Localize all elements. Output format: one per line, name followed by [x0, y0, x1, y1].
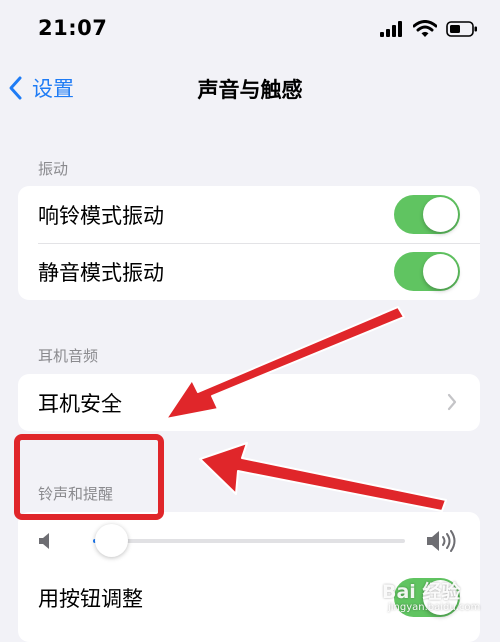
toggle-knob [423, 254, 458, 289]
watermark-brand: Bai 经验 [382, 581, 461, 603]
volume-slider-row [18, 512, 480, 569]
headphone-safety-row[interactable]: 耳机安全 [18, 374, 480, 431]
volume-slider-track[interactable] [93, 539, 405, 543]
status-icons [380, 18, 478, 40]
toggle-knob [423, 197, 458, 232]
chevron-right-icon [447, 393, 457, 411]
silent-vibration-label: 静音模式振动 [38, 260, 164, 285]
ring-vibration-toggle[interactable] [394, 195, 460, 234]
baidu-jingyan-watermark: Bai 经验 jingyan.baidu.com [378, 574, 488, 620]
section-header-vibration: 振动 [38, 160, 69, 178]
speaker-high-icon [427, 530, 456, 552]
navigation-bar: 设置 声音与触感 [0, 62, 500, 112]
ring-vibration-row[interactable]: 响铃模式振动 [18, 186, 480, 243]
section-header-headphone-audio: 耳机音频 [38, 347, 99, 365]
vibration-group: 响铃模式振动 静音模式振动 [18, 186, 480, 300]
volume-slider-thumb[interactable] [95, 524, 129, 557]
ring-vibration-label: 响铃模式振动 [38, 203, 164, 228]
speaker-low-icon [39, 533, 49, 549]
status-bar: 21:07 [0, 0, 500, 56]
battery-icon [446, 21, 477, 37]
silent-vibration-toggle[interactable] [394, 252, 460, 291]
headphone-audio-group: 耳机安全 [18, 374, 480, 431]
watermark-url: jingyan.baidu.com [388, 602, 481, 613]
silent-vibration-row[interactable]: 静音模式振动 [18, 243, 480, 300]
adjust-with-buttons-label: 用按钮调整 [38, 586, 143, 611]
cellular-signal-icon [380, 21, 402, 37]
status-time: 21:07 [38, 16, 108, 40]
headphone-safety-label: 耳机安全 [38, 391, 122, 416]
wifi-icon [413, 20, 437, 37]
page-title: 声音与触感 [197, 78, 303, 102]
annotation-highlight-box [14, 434, 164, 520]
annotation-arrow-lower [199, 442, 447, 512]
